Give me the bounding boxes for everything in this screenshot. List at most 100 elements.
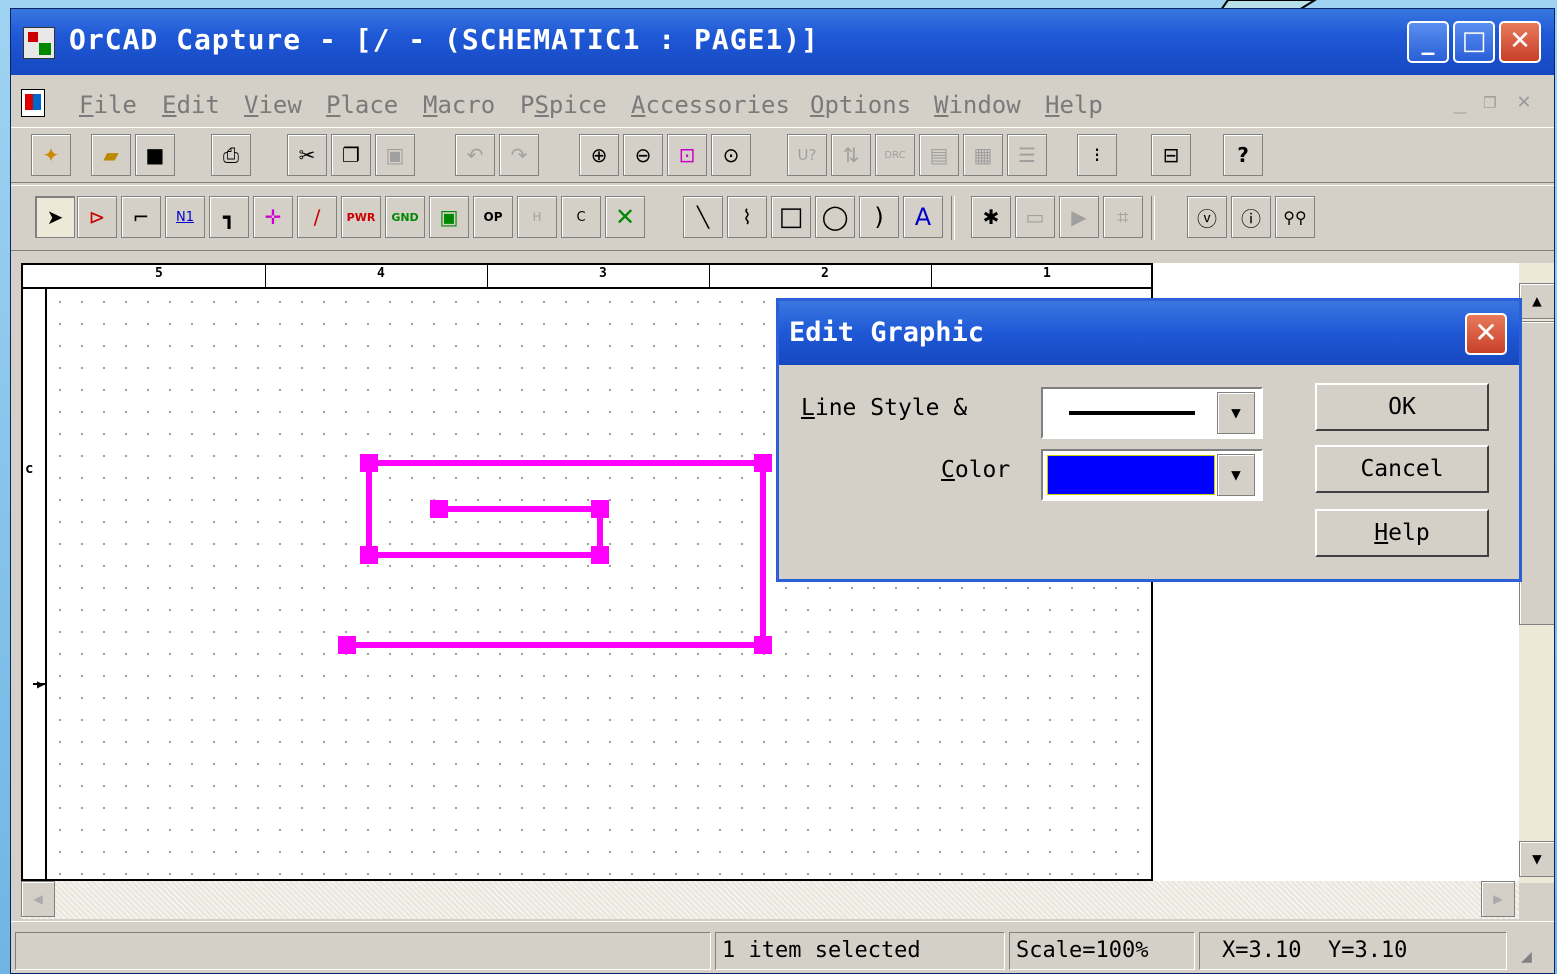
results-icon: ⌗ xyxy=(1117,205,1129,229)
save-button[interactable]: ■ xyxy=(135,134,175,176)
place-ground-button[interactable]: GND xyxy=(385,196,425,238)
line-icon: ╲ xyxy=(696,205,710,229)
project-manager-button[interactable]: ⊟ xyxy=(1151,134,1191,176)
bom-button[interactable]: ☰ xyxy=(1007,134,1047,176)
ellipse-icon: ◯ xyxy=(821,203,849,231)
close-button[interactable]: ✕ xyxy=(1499,21,1541,63)
menu-help[interactable]: Help xyxy=(1045,91,1103,119)
line-style-dropdown-button[interactable]: ▼ xyxy=(1217,392,1255,434)
selection-handle xyxy=(360,546,378,564)
scroll-left-button[interactable]: ◀ xyxy=(21,881,55,917)
vertical-scrollbar[interactable]: ▲ ▼ xyxy=(1519,263,1554,883)
snap-to-grid-button[interactable]: ⁝ xyxy=(1077,134,1117,176)
place-no-connect-button[interactable]: ✕ xyxy=(605,196,645,238)
place-hierarchical-block-button[interactable]: ▣ xyxy=(429,196,469,238)
place-bus-button[interactable]: ┓ xyxy=(209,196,249,238)
current-marker-button[interactable]: ⓘ xyxy=(1231,196,1271,238)
dialog-close-button[interactable]: ✕ xyxy=(1465,313,1507,355)
netlist-button[interactable]: ▤ xyxy=(919,134,959,176)
dialog-title-bar[interactable]: Edit Graphic ✕ xyxy=(779,301,1519,365)
place-rectangle-button[interactable]: □ xyxy=(771,196,811,238)
place-junction-button[interactable]: ✛ xyxy=(253,196,293,238)
status-message: 1 item selected xyxy=(715,932,1005,970)
scroll-right-button[interactable]: ▶ xyxy=(1481,881,1515,917)
back-annotate-button[interactable]: ⇅ xyxy=(831,134,871,176)
hier-port-icon: C xyxy=(576,209,586,225)
mdi-minimize-button[interactable]: _ xyxy=(1447,89,1473,115)
zoom-area-button[interactable]: ⊡ xyxy=(667,134,707,176)
place-off-page-connector-button[interactable]: OP xyxy=(473,196,513,238)
menu-file[interactable]: File xyxy=(79,91,137,119)
copy-button[interactable]: ❐ xyxy=(331,134,371,176)
place-hierarchical-pin-button[interactable]: H xyxy=(517,196,557,238)
zoom-out-button[interactable]: ⊖ xyxy=(623,134,663,176)
place-hierarchical-port-button[interactable]: C xyxy=(561,196,601,238)
open-folder-icon: ▰ xyxy=(103,143,119,167)
minimize-button[interactable]: _ xyxy=(1407,21,1449,63)
cross-reference-button[interactable]: ▦ xyxy=(963,134,1003,176)
off-page-icon: OP xyxy=(483,210,503,224)
dialog-help-button[interactable]: Help xyxy=(1315,509,1489,557)
resize-grip-icon[interactable]: ◢ xyxy=(1521,946,1532,967)
new-button[interactable]: ✦ xyxy=(31,134,71,176)
status-coordinates: X=3.10 Y=3.10 xyxy=(1199,932,1507,970)
redo-button[interactable]: ↷ xyxy=(499,134,539,176)
paste-button[interactable]: ▣ xyxy=(375,134,415,176)
menu-accessories[interactable]: Accessories xyxy=(631,91,790,119)
place-arc-button[interactable]: ) xyxy=(859,196,899,238)
color-combobox[interactable]: ▼ xyxy=(1041,449,1263,501)
run-simulation-button[interactable]: ▶ xyxy=(1059,196,1099,238)
zoom-all-button[interactable]: ⊙ xyxy=(711,134,751,176)
scroll-up-button[interactable]: ▲ xyxy=(1519,283,1554,319)
vertical-scroll-thumb[interactable] xyxy=(1519,321,1554,625)
place-bus-entry-button[interactable]: ∕ xyxy=(297,196,337,238)
document-icon[interactable] xyxy=(21,89,45,117)
cut-button[interactable]: ✂ xyxy=(287,134,327,176)
print-button[interactable]: ⎙ xyxy=(211,134,251,176)
maximize-button[interactable]: □ xyxy=(1453,21,1495,63)
help-button[interactable]: ? xyxy=(1223,134,1263,176)
mdi-close-button[interactable]: ✕ xyxy=(1511,89,1537,115)
place-power-button[interactable]: PWR xyxy=(341,196,381,238)
zoom-in-button[interactable]: ⊕ xyxy=(579,134,619,176)
open-button[interactable]: ▰ xyxy=(91,134,131,176)
place-net-alias-button[interactable]: N1 xyxy=(165,196,205,238)
scroll-down-button[interactable]: ▼ xyxy=(1519,841,1554,877)
chevron-down-icon: ▼ xyxy=(1231,403,1241,422)
view-simulation-results-button[interactable]: ⌗ xyxy=(1103,196,1143,238)
edit-simulation-settings-button[interactable]: ▭ xyxy=(1015,196,1055,238)
undo-button[interactable]: ↶ xyxy=(455,134,495,176)
redo-icon: ↷ xyxy=(510,143,528,167)
annotate-button[interactable]: U? xyxy=(787,134,827,176)
cancel-button[interactable]: Cancel xyxy=(1315,445,1489,493)
new-simulation-profile-button[interactable]: ✱ xyxy=(971,196,1011,238)
place-text-button[interactable]: A xyxy=(903,196,943,238)
menu-view[interactable]: View xyxy=(244,91,302,119)
place-part-button[interactable]: ⊳ xyxy=(77,196,117,238)
drawing-toolbar: ➤ ⊳ ⌐ N1 ┓ ✛ ∕ PWR GND ▣ OP H C ✕ ╲ ⌇ □ … xyxy=(11,185,1554,251)
place-wire-button[interactable]: ⌐ xyxy=(121,196,161,238)
menu-options[interactable]: Options xyxy=(810,91,911,119)
place-line-button[interactable]: ╲ xyxy=(683,196,723,238)
menu-place[interactable]: Place xyxy=(326,91,398,119)
arrow-up-icon: ▲ xyxy=(1532,291,1542,310)
window-title: OrCAD Capture - [/ - (SCHEMATIC1 : PAGE1… xyxy=(69,23,820,56)
place-polyline-button[interactable]: ⌇ xyxy=(727,196,767,238)
line-style-combobox[interactable]: ▼ xyxy=(1041,387,1263,439)
select-button[interactable]: ➤ xyxy=(35,196,75,238)
voltage-marker-button[interactable]: ⓥ xyxy=(1187,196,1227,238)
differential-marker-button[interactable]: ⚲⚲ xyxy=(1275,196,1315,238)
ok-button[interactable]: OK xyxy=(1315,383,1489,431)
orcad-app-icon[interactable] xyxy=(23,27,55,59)
selection-handle xyxy=(360,454,378,472)
mdi-restore-button[interactable]: ❐ xyxy=(1477,89,1503,115)
zoom-all-icon: ⊙ xyxy=(722,143,740,167)
horizontal-scrollbar[interactable]: ◀ ▶ xyxy=(21,881,1519,919)
menu-pspice[interactable]: PSpice xyxy=(520,91,607,119)
menu-macro[interactable]: Macro xyxy=(423,91,495,119)
drc-button[interactable]: DRC xyxy=(875,134,915,176)
place-ellipse-button[interactable]: ◯ xyxy=(815,196,855,238)
menu-window[interactable]: Window xyxy=(934,91,1021,119)
color-dropdown-button[interactable]: ▼ xyxy=(1217,454,1255,496)
menu-edit[interactable]: Edit xyxy=(162,91,220,119)
